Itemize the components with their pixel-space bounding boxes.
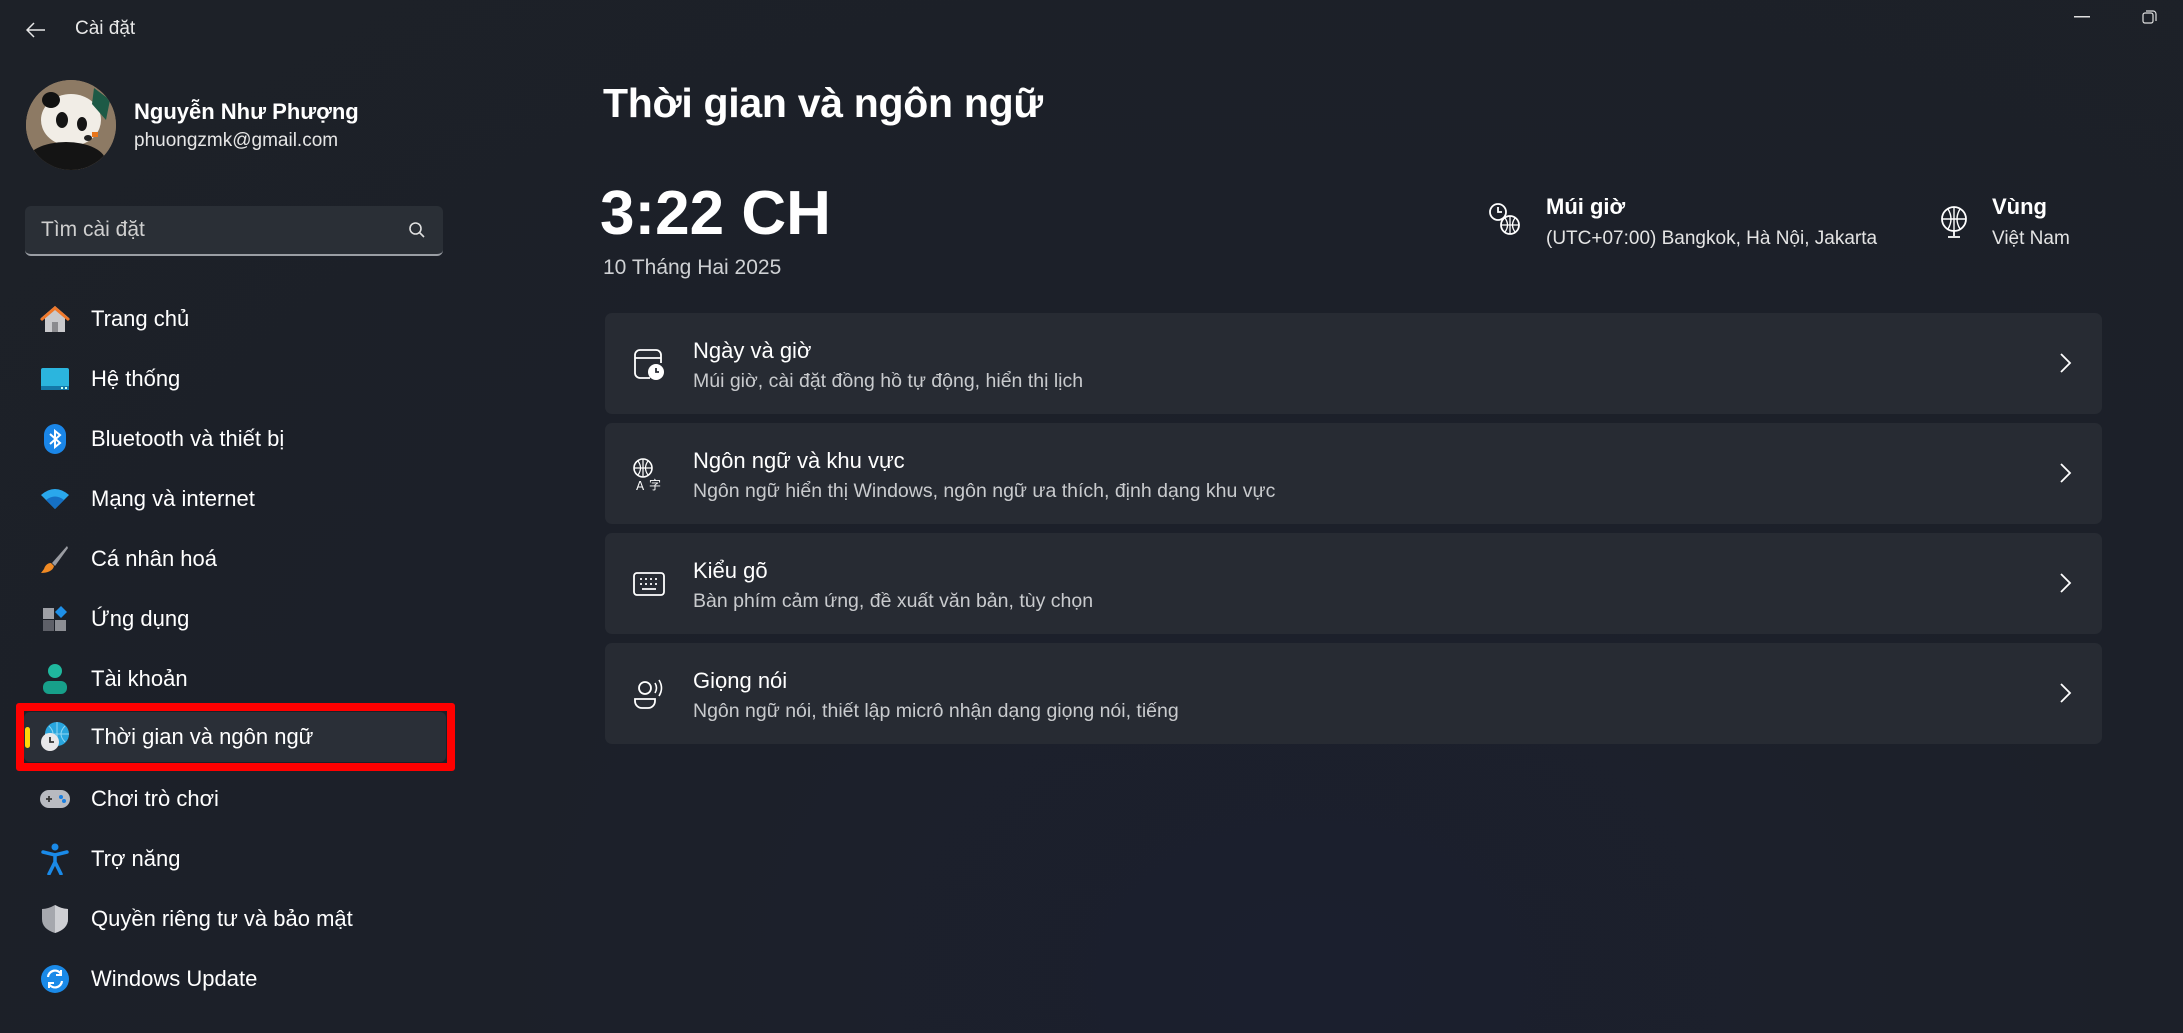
apps-icon bbox=[39, 604, 71, 634]
region-value: Việt Nam bbox=[1992, 228, 2070, 249]
sidebar-item-personalization[interactable]: Cá nhân hoá bbox=[24, 534, 446, 584]
card-title: Kiểu gõ bbox=[693, 558, 768, 583]
time-language-icon bbox=[39, 722, 71, 752]
account-icon bbox=[39, 664, 71, 694]
clock-globe-icon bbox=[1489, 203, 1520, 235]
card-title: Ngày và giờ bbox=[693, 338, 812, 363]
speech-icon bbox=[631, 676, 667, 712]
card-date-time[interactable]: Ngày và giờ Múi giờ, cài đặt đồng hồ tự … bbox=[605, 313, 2102, 414]
chevron-right-icon bbox=[2060, 573, 2072, 593]
sidebar-item-gaming[interactable]: Chơi trò chơi bbox=[24, 774, 446, 824]
search-input[interactable] bbox=[41, 206, 381, 254]
card-speech[interactable]: Giọng nói Ngôn ngữ nói, thiết lập micrô … bbox=[605, 643, 2102, 744]
region-info bbox=[1934, 202, 1974, 247]
page-title: Thời gian và ngôn ngữ bbox=[603, 80, 1043, 126]
language-icon: A字 bbox=[631, 456, 667, 492]
sidebar-item-label: Quyền riêng tư và bảo mật bbox=[91, 906, 353, 931]
accessibility-icon bbox=[39, 843, 71, 875]
restore-button[interactable] bbox=[2120, 0, 2180, 34]
back-button[interactable] bbox=[18, 14, 54, 46]
sidebar-item-label: Hệ thống bbox=[91, 366, 181, 391]
globe-icon bbox=[1941, 206, 1967, 238]
calendar-clock-icon bbox=[631, 346, 667, 382]
svg-text:字: 字 bbox=[649, 477, 661, 491]
sidebar-item-home[interactable]: Trang chủ bbox=[24, 294, 446, 344]
sidebar-item-label: Cá nhân hoá bbox=[91, 546, 217, 571]
sidebar-item-label: Mạng và internet bbox=[91, 486, 255, 511]
user-email: phuongzmk@gmail.com bbox=[134, 130, 339, 151]
card-subtitle: Múi giờ, cài đặt đồng hồ tự động, hiển t… bbox=[693, 370, 1084, 392]
sidebar-item-label: Windows Update bbox=[91, 966, 258, 991]
sidebar-item-label: Tài khoản bbox=[91, 666, 188, 691]
sidebar-item-system[interactable]: Hệ thống bbox=[24, 354, 446, 404]
chevron-right-icon bbox=[2060, 353, 2072, 373]
wifi-icon bbox=[39, 484, 71, 514]
card-title: Ngôn ngữ và khu vực bbox=[693, 448, 905, 473]
windows-update-icon bbox=[39, 964, 71, 994]
sidebar-item-privacy[interactable]: Quyền riêng tư và bảo mật bbox=[24, 894, 446, 944]
card-subtitle: Bàn phím cảm ứng, đề xuất văn bản, tùy c… bbox=[693, 590, 1094, 612]
app-title: Cài đặt bbox=[75, 18, 136, 39]
svg-text:A: A bbox=[636, 479, 645, 491]
region-label: Vùng bbox=[1992, 194, 2047, 219]
card-subtitle: Ngôn ngữ hiển thị Windows, ngôn ngữ ưa t… bbox=[693, 480, 1276, 502]
minimize-button[interactable] bbox=[2052, 0, 2112, 34]
sidebar-item-label: Ứng dụng bbox=[91, 606, 190, 631]
keyboard-icon bbox=[631, 566, 667, 602]
sidebar-item-network[interactable]: Mạng và internet bbox=[24, 474, 446, 524]
sidebar-item-label: Trợ năng bbox=[91, 846, 181, 871]
timezone-info bbox=[1486, 200, 1526, 245]
chevron-right-icon bbox=[2060, 463, 2072, 483]
gamepad-icon bbox=[39, 784, 71, 814]
sidebar-item-time-language[interactable]: Thời gian và ngôn ngữ bbox=[24, 712, 446, 762]
sidebar-item-bluetooth[interactable]: Bluetooth và thiết bị bbox=[24, 414, 446, 464]
current-time: 3:22 CH bbox=[600, 179, 831, 248]
sidebar-item-label: Thời gian và ngôn ngữ bbox=[91, 724, 314, 749]
arrow-left-icon bbox=[26, 22, 45, 38]
active-indicator bbox=[25, 727, 30, 748]
panda-avatar bbox=[26, 80, 116, 170]
avatar[interactable] bbox=[26, 80, 116, 170]
paintbrush-icon bbox=[39, 544, 71, 574]
timezone-label: Múi giờ bbox=[1546, 194, 1626, 219]
sidebar-item-label: Bluetooth và thiết bị bbox=[91, 426, 285, 451]
minimize-icon bbox=[2074, 16, 2090, 18]
sidebar-item-label: Chơi trò chơi bbox=[91, 786, 219, 811]
card-language-region[interactable]: A字 Ngôn ngữ và khu vực Ngôn ngữ hiển thị… bbox=[605, 423, 2102, 524]
user-name: Nguyễn Như Phượng bbox=[134, 99, 359, 124]
system-display-icon bbox=[39, 364, 71, 394]
sidebar-item-accessibility[interactable]: Trợ năng bbox=[24, 834, 446, 884]
sidebar-item-label: Trang chủ bbox=[91, 306, 190, 331]
sidebar-item-windows-update[interactable]: Windows Update bbox=[24, 954, 446, 1004]
card-typing[interactable]: Kiểu gõ Bàn phím cảm ứng, đề xuất văn bả… bbox=[605, 533, 2102, 634]
timezone-value: (UTC+07:00) Bangkok, Hà Nội, Jakarta bbox=[1546, 228, 1878, 249]
shield-icon bbox=[39, 904, 71, 934]
restore-icon bbox=[2142, 10, 2157, 24]
bluetooth-icon bbox=[39, 424, 71, 454]
search-icon[interactable] bbox=[407, 220, 427, 240]
sidebar-item-apps[interactable]: Ứng dụng bbox=[24, 594, 446, 644]
current-date: 10 Tháng Hai 2025 bbox=[603, 256, 782, 279]
card-subtitle: Ngôn ngữ nói, thiết lập micrô nhận dạng … bbox=[693, 700, 1179, 722]
card-title: Giọng nói bbox=[693, 668, 788, 693]
sidebar-item-accounts[interactable]: Tài khoản bbox=[24, 654, 446, 704]
chevron-right-icon bbox=[2060, 683, 2072, 703]
search-box[interactable] bbox=[25, 206, 443, 256]
home-icon bbox=[39, 304, 71, 334]
